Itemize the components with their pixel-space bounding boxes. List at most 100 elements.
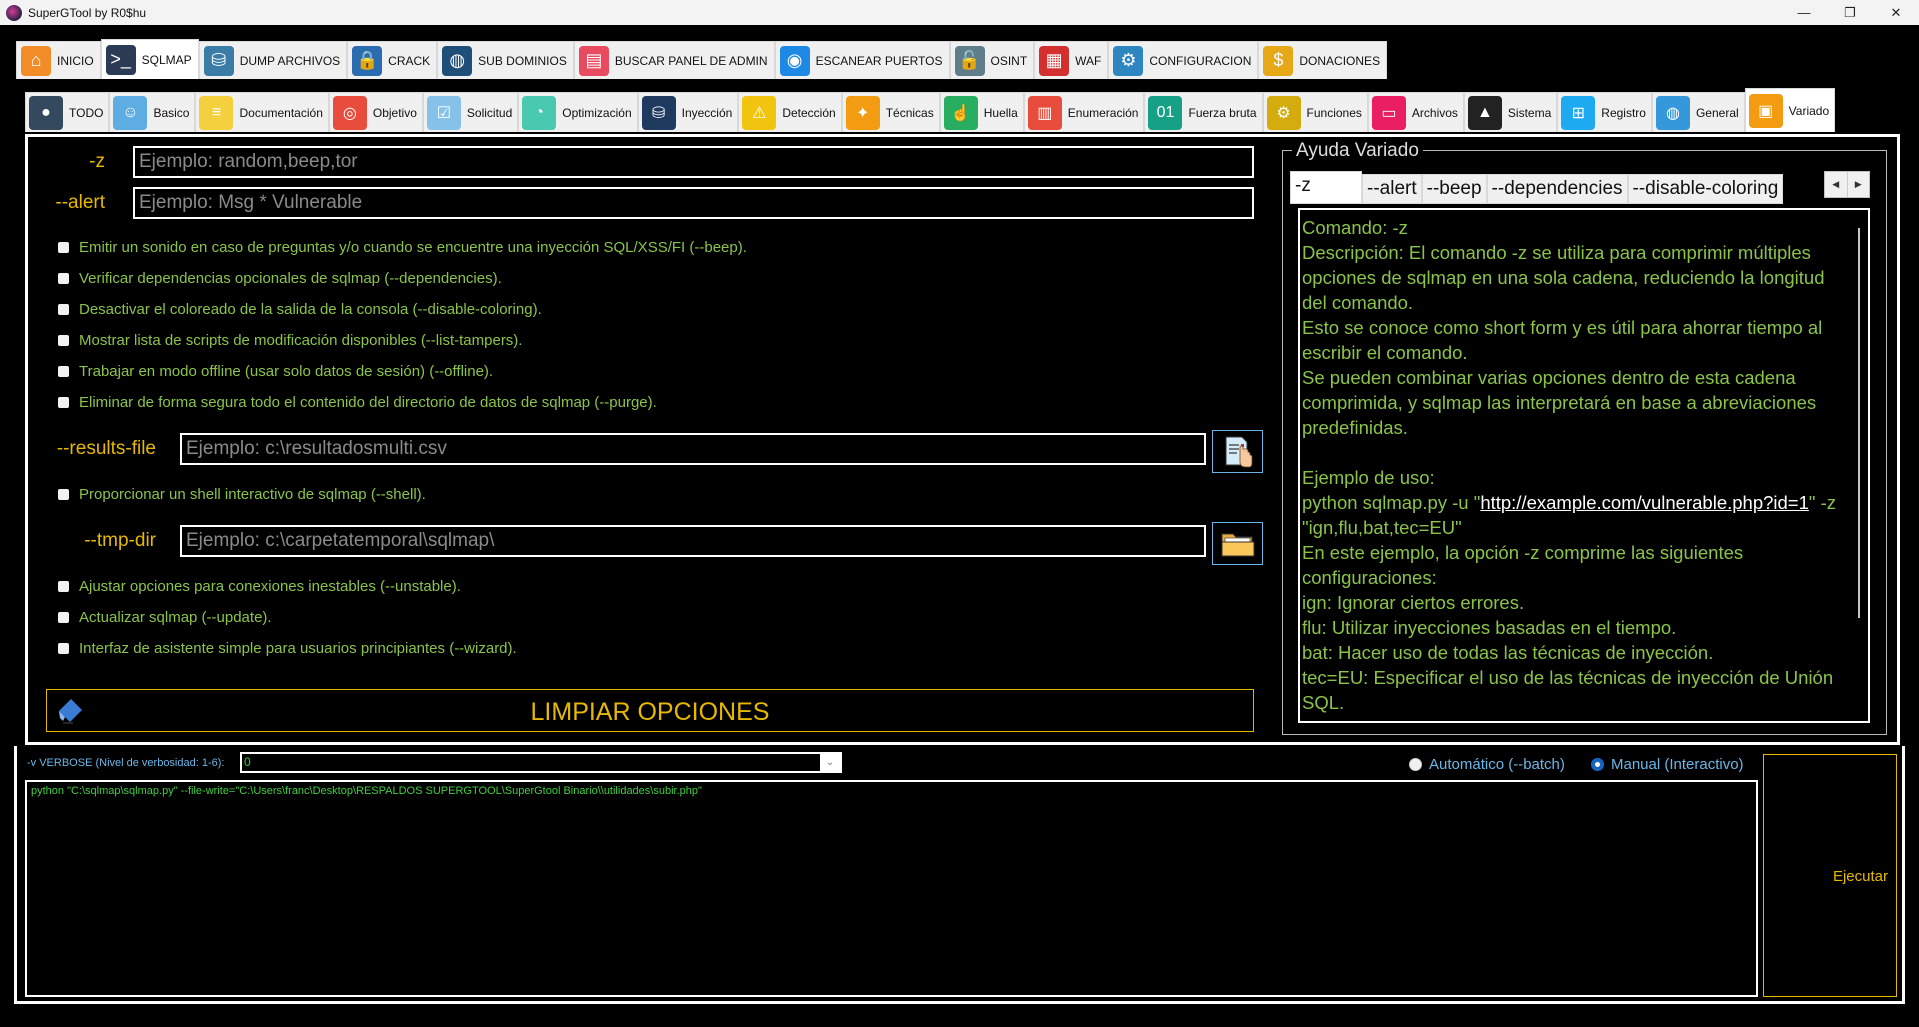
option-checkbox-row[interactable]: Desactivar el coloreado de la salida de …: [58, 301, 542, 318]
shell-checkbox-label: Proporcionar un shell interactivo de sql…: [79, 486, 426, 503]
option-checkbox[interactable]: [58, 304, 69, 315]
main-tab-escanear-puertos[interactable]: ◉ ESCANEAR PUERTOS: [774, 41, 950, 79]
help-tab[interactable]: --alert: [1362, 174, 1422, 204]
sub-tab-objetivo[interactable]: ◎ Objetivo: [328, 92, 423, 132]
head-gear-icon: ⚙: [1266, 95, 1301, 130]
shell-checkbox-row[interactable]: Proporcionar un shell interactivo de sql…: [58, 486, 426, 503]
lightbulb-gear-icon: ✦: [845, 95, 880, 130]
sub-tab-optimizacion[interactable]: ◔ Optimización: [518, 92, 638, 132]
password-lock-icon: 🔒: [352, 45, 383, 76]
sub-tab-label: Detección: [782, 105, 836, 120]
radio-manual-indicator[interactable]: [1591, 758, 1604, 771]
sub-tab-general[interactable]: ◍ General: [1651, 92, 1745, 132]
main-tab-crack[interactable]: 🔒 CRACK: [347, 41, 438, 79]
option-checkbox-row[interactable]: Emitir un sonido en caso de preguntas y/…: [58, 239, 747, 256]
sub-tab-archivos[interactable]: ▭ Archivos: [1367, 92, 1464, 132]
radio-auto-indicator[interactable]: [1409, 758, 1422, 771]
option-checkbox-row[interactable]: Ajustar opciones para conexiones inestab…: [58, 578, 461, 595]
option-checkbox-row[interactable]: Verificar dependencias opcionales de sql…: [58, 270, 502, 287]
sub-tab-deteccion[interactable]: ⚠ Detección: [738, 92, 842, 132]
tmp-dir-input[interactable]: [180, 525, 1206, 557]
option-checkbox[interactable]: [58, 643, 69, 654]
sub-tab-tecnicas[interactable]: ✦ Técnicas: [841, 92, 940, 132]
execute-button[interactable]: Ejecutar: [1763, 754, 1897, 997]
main-tab-label: BUSCAR PANEL DE ADMIN: [614, 53, 768, 68]
help-tab[interactable]: -z: [1290, 171, 1362, 204]
shell-checkbox[interactable]: [58, 489, 69, 500]
verbose-value: 0: [244, 755, 251, 769]
help-tab[interactable]: --dependencies: [1486, 174, 1628, 204]
tmp-dir-label: --tmp-dir: [84, 530, 156, 551]
help-text-part2: " -z "ign,flu,bat,tec=EU" En este ejempl…: [1302, 492, 1837, 713]
sub-tab-enumeracion[interactable]: ▥ Enumeración: [1023, 92, 1145, 132]
option-checkbox[interactable]: [58, 273, 69, 284]
main-tab-buscar-panel-de-admin[interactable]: ▤ BUSCAR PANEL DE ADMIN: [573, 41, 775, 79]
option-checkbox-row[interactable]: Trabajar en modo offline (usar solo dato…: [58, 363, 493, 380]
database-inject-icon: ⛁: [641, 95, 676, 130]
verbose-select[interactable]: 0 ⌄: [240, 752, 842, 773]
sub-tab-inyeccion[interactable]: ⛁ Inyección: [637, 92, 739, 132]
sub-tab-documentacion[interactable]: ≡ Documentación: [195, 92, 329, 132]
alert-input[interactable]: [133, 187, 1254, 219]
minimize-button[interactable]: —: [1781, 0, 1827, 25]
help-tab[interactable]: --disable-coloring: [1627, 174, 1784, 204]
main-tab-configuracion[interactable]: ⚙ CONFIGURACION: [1108, 41, 1259, 79]
help-scrollbar-thumb[interactable]: [1858, 228, 1860, 618]
results-file-browse-button[interactable]: [1212, 430, 1263, 473]
verbose-label: -v VERBOSE (Nivel de verbosidad: 1-6):: [27, 757, 225, 769]
sub-tab-solicitud[interactable]: ☑ Solicitud: [422, 92, 519, 132]
sub-tab-huella[interactable]: ☝ Huella: [939, 92, 1024, 132]
sub-tab-registro[interactable]: ⊞ Registro: [1557, 92, 1652, 132]
option-checkbox-row[interactable]: Mostrar lista de scripts de modificación…: [58, 332, 522, 349]
chevron-down-icon[interactable]: ⌄: [820, 754, 840, 771]
option-checkbox[interactable]: [58, 397, 69, 408]
help-example-link[interactable]: http://example.com/vulnerable.php?id=1: [1480, 492, 1809, 513]
option-checkbox-row[interactable]: Actualizar sqlmap (--update).: [58, 609, 272, 626]
option-checkbox-row[interactable]: Interfaz de asistente simple para usuari…: [58, 640, 517, 657]
close-button[interactable]: ✕: [1873, 0, 1919, 25]
main-tab-sqlmap[interactable]: >_ SQLMAP: [100, 39, 199, 79]
main-tab-sub-dominios[interactable]: ◍ SUB DOMINIOS: [437, 41, 574, 79]
z-input[interactable]: [133, 146, 1254, 178]
radio-auto-batch[interactable]: Automático (--batch): [1409, 756, 1565, 773]
main-tab-donaciones[interactable]: $ DONACIONES: [1258, 41, 1388, 79]
option-checkbox[interactable]: [58, 612, 69, 623]
clear-options-button[interactable]: LIMPIAR OPCIONES: [46, 689, 1254, 732]
option-checkbox[interactable]: [58, 581, 69, 592]
help-text: Comando: -z Descripción: El comando -z s…: [1302, 215, 1848, 715]
main-tab-dump-archivos[interactable]: ⛁ DUMP ARCHIVOS: [198, 41, 348, 79]
main-tab-label: SUB DOMINIOS: [478, 53, 567, 68]
help-tab-scroll-left-button[interactable]: ◀: [1825, 172, 1848, 197]
database-download-icon: ⛁: [203, 45, 234, 76]
sub-tab-variado[interactable]: ▣ Variado: [1744, 88, 1836, 132]
globe-cycle-icon: ◍: [1655, 95, 1690, 130]
speedometer-icon: ◔: [522, 95, 557, 130]
tmp-dir-browse-button[interactable]: [1212, 522, 1263, 565]
donate-box-icon: $: [1263, 45, 1294, 76]
option-checkbox[interactable]: [58, 242, 69, 253]
results-file-input[interactable]: [180, 433, 1206, 465]
main-tab-label: CONFIGURACION: [1149, 53, 1252, 68]
option-checkbox-row[interactable]: Eliminar de forma segura todo el conteni…: [58, 394, 657, 411]
help-tab-scroll-right-button[interactable]: ▶: [1848, 172, 1870, 197]
radio-manual-interactive[interactable]: Manual (Interactivo): [1591, 756, 1744, 773]
sub-tab-label: Técnicas: [885, 105, 934, 120]
sub-tab-sistema[interactable]: ▲ Sistema: [1463, 92, 1558, 132]
sub-tab-fuerza-bruta[interactable]: 01 Fuerza bruta: [1144, 92, 1263, 132]
command-console[interactable]: python "C:\sqlmap\sqlmap.py" --file-writ…: [25, 780, 1758, 997]
sql-document-icon: ≡: [199, 95, 234, 130]
sub-tab-basico[interactable]: ☺ Basico: [109, 92, 196, 132]
option-checkbox-label: Verificar dependencias opcionales de sql…: [79, 270, 502, 287]
main-tab-waf[interactable]: ▦ WAF: [1034, 41, 1109, 79]
radio-auto-label: Automático (--batch): [1429, 756, 1565, 773]
maximize-button[interactable]: ❐: [1827, 0, 1873, 25]
option-checkbox[interactable]: [58, 335, 69, 346]
sub-tab-label: Registro: [1601, 105, 1646, 120]
help-scrollbar[interactable]: [1852, 212, 1866, 720]
main-tab-inicio[interactable]: ⌂ INICIO: [16, 41, 101, 79]
help-tab[interactable]: --beep: [1421, 174, 1487, 204]
sub-tab-todo[interactable]: ● TODO: [25, 92, 110, 132]
sub-tab-funciones[interactable]: ⚙ Funciones: [1262, 92, 1368, 132]
main-tab-osint[interactable]: 🔓 OSINT: [949, 41, 1035, 79]
option-checkbox[interactable]: [58, 366, 69, 377]
